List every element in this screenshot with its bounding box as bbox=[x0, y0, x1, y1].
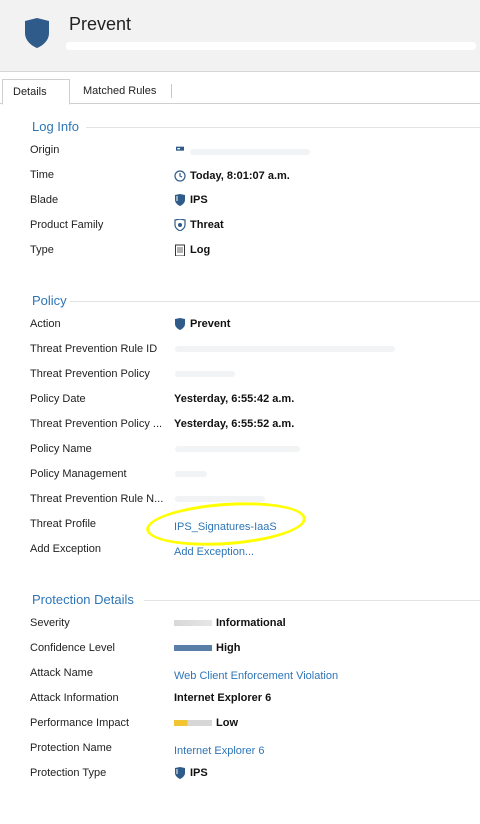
protection-name-link[interactable]: Internet Explorer 6 bbox=[174, 745, 265, 757]
section-divider bbox=[86, 127, 480, 128]
log-icon bbox=[175, 244, 185, 256]
label-policy-management: Policy Management bbox=[30, 468, 127, 480]
label-origin: Origin bbox=[30, 144, 60, 156]
label-threat-prevention-policy: Threat Prevention Policy bbox=[30, 368, 150, 380]
redacted-policy-management bbox=[175, 471, 207, 477]
label-threat-prevention-policy-time: Threat Prevention Policy ... bbox=[30, 418, 163, 430]
label-attack-information: Attack Information bbox=[30, 692, 119, 704]
tab-separator bbox=[171, 84, 172, 98]
add-exception-link[interactable]: Add Exception... bbox=[174, 546, 254, 558]
label-policy-date: Policy Date bbox=[30, 393, 86, 405]
shield-icon bbox=[175, 318, 185, 330]
label-protection-type: Protection Type bbox=[30, 767, 107, 779]
yellow-highlight-circle bbox=[144, 497, 308, 551]
label-type: Type bbox=[30, 244, 54, 256]
ips-shield-icon bbox=[175, 194, 185, 206]
value-time: Today, 8:01:07 a.m. bbox=[174, 170, 290, 182]
label-time: Time bbox=[30, 169, 55, 181]
value-action: Prevent bbox=[174, 318, 230, 330]
value-threat-prevention-policy-time: Yesterday, 6:55:52 a.m. bbox=[174, 418, 295, 430]
attack-name-link[interactable]: Web Client Enforcement Violation bbox=[174, 670, 338, 682]
value-attack-information: Internet Explorer 6 bbox=[174, 692, 272, 704]
value-performance-impact: Low bbox=[174, 717, 238, 729]
label-threat-prevention-rule-id: Threat Prevention Rule ID bbox=[30, 343, 158, 355]
header-bar: Prevent bbox=[0, 0, 480, 72]
section-divider bbox=[144, 600, 480, 601]
redacted-subtitle bbox=[66, 42, 476, 50]
label-product-family: Product Family bbox=[30, 219, 104, 231]
value-confidence-level: High bbox=[174, 642, 240, 654]
label-blade: Blade bbox=[30, 194, 59, 206]
page-title: Prevent bbox=[69, 14, 132, 34]
ips-shield-icon bbox=[175, 767, 185, 779]
value-policy-date: Yesterday, 6:55:42 a.m. bbox=[174, 393, 295, 405]
label-threat-profile: Threat Profile bbox=[30, 518, 97, 530]
performance-bar bbox=[174, 720, 212, 726]
section-title-log-info: Log Info bbox=[32, 119, 79, 134]
label-policy-name: Policy Name bbox=[30, 443, 92, 455]
label-severity: Severity bbox=[30, 617, 70, 629]
section-divider bbox=[70, 301, 480, 302]
clock-icon bbox=[174, 170, 186, 182]
redacted-rule-id bbox=[175, 346, 395, 352]
section-title-protection-details: Protection Details bbox=[32, 592, 134, 607]
tab-bar: Details Matched Rules bbox=[0, 79, 480, 105]
label-performance-impact: Performance Impact bbox=[30, 717, 130, 729]
redacted-policy bbox=[175, 371, 235, 377]
value-blade: IPS bbox=[174, 194, 208, 206]
tab-details[interactable]: Details bbox=[2, 79, 70, 105]
threat-icon bbox=[174, 219, 186, 231]
label-confidence-level: Confidence Level bbox=[30, 642, 116, 654]
value-severity: Informational bbox=[174, 617, 286, 629]
value-product-family: Threat bbox=[174, 219, 224, 231]
label-add-exception: Add Exception bbox=[30, 543, 101, 555]
value-type: Log bbox=[174, 244, 210, 256]
severity-bar bbox=[174, 620, 212, 626]
redacted-origin bbox=[190, 149, 310, 155]
label-threat-prevention-rule-name: Threat Prevention Rule N... bbox=[30, 493, 164, 505]
confidence-bar bbox=[174, 645, 212, 651]
label-attack-name: Attack Name bbox=[30, 667, 93, 679]
value-origin bbox=[174, 146, 190, 154]
value-protection-type: IPS bbox=[174, 767, 208, 779]
shield-icon bbox=[25, 18, 49, 48]
section-title-policy: Policy bbox=[32, 293, 67, 308]
label-protection-name: Protection Name bbox=[30, 742, 112, 754]
redacted-policy-name bbox=[175, 446, 300, 452]
redacted-rule-name bbox=[175, 496, 265, 502]
tab-matched-rules[interactable]: Matched Rules bbox=[73, 79, 166, 104]
gateway-icon bbox=[176, 146, 184, 151]
label-action: Action bbox=[30, 318, 61, 330]
